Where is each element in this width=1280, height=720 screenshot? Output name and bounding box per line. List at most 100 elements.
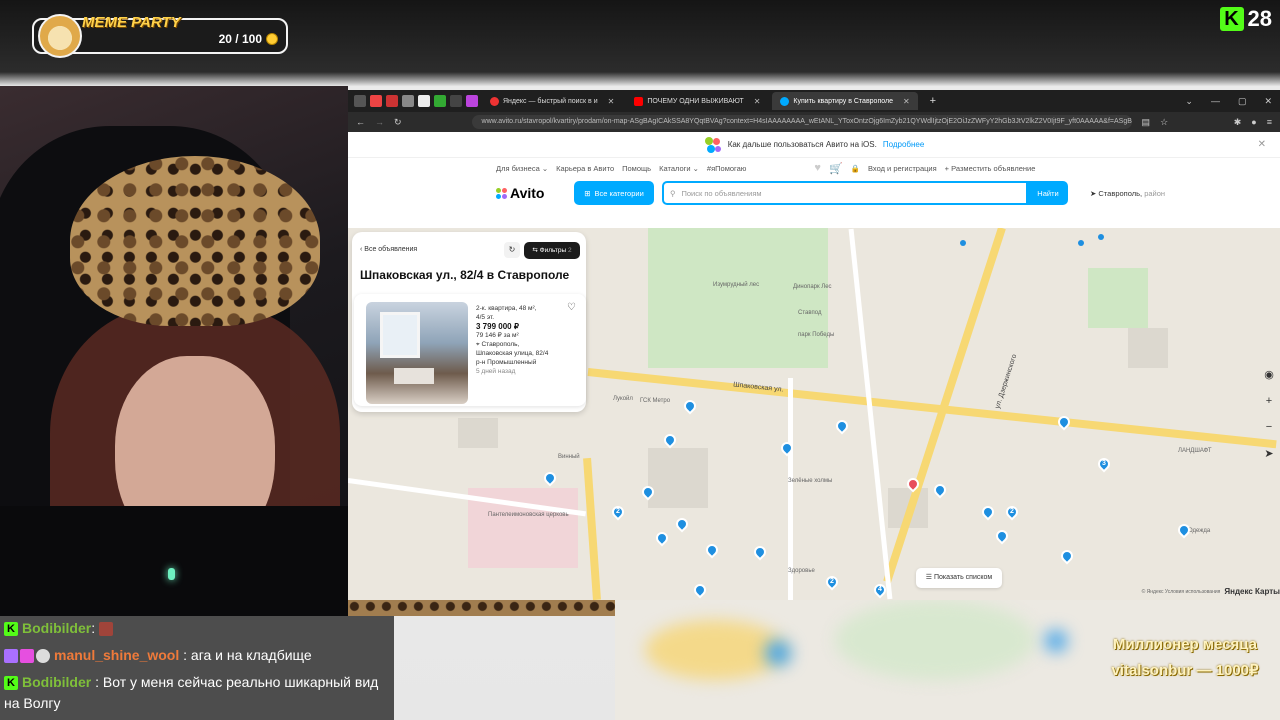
- forward-arrow-icon[interactable]: →: [375, 117, 384, 127]
- yandex-brand[interactable]: Яндекс Карты: [1224, 587, 1280, 596]
- leopard-strip: [348, 600, 615, 616]
- nav-ipomogayu[interactable]: #яПомогаю: [707, 164, 747, 173]
- tab-avito[interactable]: Купить квартиру в Ставрополе ✕: [772, 92, 918, 110]
- map-pin[interactable]: [673, 515, 691, 533]
- post-ad-link[interactable]: + Разместить объявление: [945, 164, 1036, 173]
- close-icon[interactable]: ✕: [754, 97, 761, 106]
- back-to-all-link[interactable]: ‹ Все объявления: [360, 246, 417, 253]
- url-field[interactable]: www.avito.ru/stavropol/kvartiry/prodam/o…: [471, 115, 1132, 129]
- viewer-counter: K 28: [1219, 6, 1272, 32]
- search-input[interactable]: ⚲ Поиск по объявлениям: [662, 181, 1028, 205]
- nav-catalogs[interactable]: Каталоги ⌄: [659, 164, 699, 173]
- nav-help[interactable]: Помощь: [622, 164, 651, 173]
- avito-dots-icon: [704, 136, 722, 154]
- profile-icon[interactable]: ●: [1251, 117, 1256, 128]
- close-icon[interactable]: ✕: [903, 97, 910, 106]
- minimize-icon[interactable]: —: [1211, 96, 1220, 107]
- pinned-tab-icon[interactable]: [466, 95, 478, 107]
- pinned-tab-icon[interactable]: [434, 95, 446, 107]
- map-pin[interactable]: [541, 469, 559, 487]
- map-poi[interactable]: [1078, 240, 1084, 246]
- pinned-tab-icon[interactable]: [386, 95, 398, 107]
- window-controls: ⌄ — ▢ ✕: [1185, 96, 1280, 107]
- pinned-tab-icon[interactable]: [450, 95, 462, 107]
- pinned-tab-icon[interactable]: [370, 95, 382, 107]
- map-cluster[interactable]: 2: [1003, 503, 1021, 521]
- map-pin[interactable]: [979, 503, 997, 521]
- city-selector[interactable]: ➤ Ставрополь, район: [1090, 189, 1165, 198]
- listing-district: р-н Промышленный: [476, 359, 537, 366]
- map-pin[interactable]: [661, 431, 679, 449]
- layers-icon[interactable]: ◉: [1264, 368, 1274, 381]
- search-icon: ⚲: [670, 188, 676, 198]
- yandex-terms[interactable]: © Яндекс Условия использования: [1142, 589, 1221, 595]
- map-label: ЛАНДШАФТ: [1178, 448, 1212, 454]
- map-pin[interactable]: [751, 543, 769, 561]
- listing-info: 2-к. квартира, 48 м², 4/5 эт. 3 799 000 …: [476, 304, 576, 376]
- cart-icon[interactable]: 🛒: [829, 162, 843, 175]
- map-pin[interactable]: [703, 541, 721, 559]
- nav-career[interactable]: Карьера в Авито: [556, 164, 614, 173]
- avito-logo-text: Avito: [510, 185, 545, 201]
- login-link[interactable]: Вход и регистрация: [868, 164, 937, 173]
- pinned-tab-icon[interactable]: [402, 95, 414, 107]
- reload-icon[interactable]: ↻: [394, 117, 402, 128]
- menu-icon[interactable]: ≡: [1267, 117, 1272, 128]
- avito-logo[interactable]: Avito: [496, 185, 566, 201]
- map-label: ГСК Метро: [640, 398, 671, 404]
- tab-youtube[interactable]: ПОЧЕМУ ОДНИ ВЫЖИВАЮТ ✕: [626, 92, 768, 110]
- map-poi[interactable]: [1098, 234, 1104, 240]
- close-icon[interactable]: ✕: [1264, 96, 1272, 107]
- show-as-list-button[interactable]: ☰ Показать списком: [916, 568, 1002, 588]
- map-cluster[interactable]: 2: [823, 573, 841, 591]
- map-cluster[interactable]: 3: [1095, 455, 1113, 473]
- map-pin[interactable]: [1058, 547, 1076, 565]
- list-icon: ☰: [925, 574, 934, 581]
- map-pin[interactable]: [1055, 413, 1073, 431]
- zoom-in-icon[interactable]: +: [1266, 395, 1272, 407]
- kick-logo-icon: K: [1219, 7, 1244, 31]
- find-button[interactable]: Найти: [1028, 181, 1068, 205]
- pinned-tab-icon[interactable]: [418, 95, 430, 107]
- kick-badge-icon: K: [4, 676, 18, 691]
- map-cluster[interactable]: 2: [609, 503, 627, 521]
- close-icon[interactable]: ✕: [1258, 139, 1266, 150]
- chevron-down-icon[interactable]: ⌄: [1185, 96, 1193, 107]
- chat-username: Bodibilder: [22, 620, 92, 636]
- back-arrow-icon[interactable]: ←: [356, 117, 365, 127]
- extensions-icon[interactable]: ✱: [1234, 117, 1242, 128]
- map-pin[interactable]: [833, 417, 851, 435]
- geolocate-icon[interactable]: ➤: [1264, 447, 1273, 460]
- tab-yandex[interactable]: Яндекс — быстрый поиск в и ✕: [482, 92, 622, 110]
- tab-actions-icon[interactable]: [354, 95, 366, 107]
- all-categories-label: Все категории: [594, 188, 644, 198]
- maximize-icon[interactable]: ▢: [1238, 96, 1247, 107]
- listing-card[interactable]: 2-к. квартира, 48 м², 4/5 эт. 3 799 000 …: [354, 294, 586, 406]
- all-categories-button[interactable]: ⊞ Все категории: [574, 181, 654, 205]
- listing-photo[interactable]: [366, 302, 468, 404]
- map-pin[interactable]: [681, 397, 699, 415]
- emote-icon: [99, 622, 114, 637]
- favorite-heart-icon[interactable]: ♡: [567, 302, 576, 313]
- zoom-out-icon[interactable]: −: [1266, 421, 1272, 433]
- notice-more-link[interactable]: Подробнее: [883, 140, 925, 149]
- listing-date: 5 дней назад: [476, 368, 516, 375]
- map-view[interactable]: Изумрудный лес Динопарк Лес Ставпод парк…: [348, 228, 1280, 600]
- reset-icon[interactable]: ↻: [504, 242, 520, 258]
- map-pin[interactable]: [691, 581, 709, 599]
- favorites-heart-icon[interactable]: ♥: [814, 162, 821, 174]
- map-pin[interactable]: [1175, 521, 1193, 539]
- map-pin[interactable]: [931, 481, 949, 499]
- filters-button[interactable]: ⇆ Фильтры 2: [524, 242, 580, 259]
- nav-business[interactable]: Для бизнеса ⌄: [496, 164, 548, 173]
- sliders-icon: ⇆: [532, 247, 538, 254]
- map-label: Одежда: [1188, 528, 1211, 534]
- map-pin[interactable]: [653, 529, 671, 547]
- bookmark-icon[interactable]: ☆: [1160, 117, 1168, 128]
- close-icon[interactable]: ✕: [608, 97, 615, 106]
- new-tab-button[interactable]: +: [922, 92, 944, 110]
- map-poi[interactable]: [960, 240, 966, 246]
- map-pin[interactable]: [993, 527, 1011, 545]
- meme-party-widget: MEME PARTY 20 / 100: [32, 14, 288, 58]
- reader-icon[interactable]: ▤: [1142, 117, 1151, 128]
